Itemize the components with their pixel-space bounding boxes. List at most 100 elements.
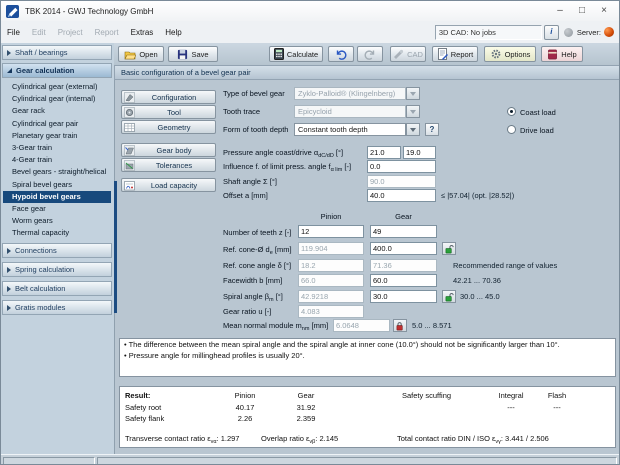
sidebar-splitter[interactable] <box>114 181 117 313</box>
info-button[interactable]: i <box>544 25 559 40</box>
influence-limit-pressure-label: Influence f. of limit press. angle fα li… <box>223 162 351 171</box>
tolerances-label: Tolerances <box>135 161 213 170</box>
pressure-angle-drive-input[interactable] <box>403 146 436 159</box>
number-of-teeth-label: Number of teeth z [-] <box>223 228 291 237</box>
transverse-label-text: Transverse contact ratio ε <box>125 434 211 443</box>
ref-cone-diameter-pinion-input <box>298 242 364 255</box>
ref-cone-diameter-label: Ref. cone-Ø de [mm] <box>223 245 292 254</box>
collapsed-arrow-icon <box>7 305 11 311</box>
help-book-icon <box>547 49 558 60</box>
load-capacity-button[interactable]: Load capacity <box>121 178 216 192</box>
calculate-label: Calculate <box>287 50 318 59</box>
teeth-pinion-input[interactable] <box>298 225 364 238</box>
offset-input[interactable] <box>367 189 436 202</box>
form-of-tooth-depth-select[interactable]: Constant tooth depth <box>294 123 406 136</box>
undo-button[interactable] <box>328 46 354 62</box>
minimize-button[interactable]: – <box>549 1 571 21</box>
help-button[interactable]: Help <box>541 46 583 62</box>
influence-unit: [-] <box>344 162 351 171</box>
save-label: Save <box>191 50 208 59</box>
tool-button[interactable]: Tool <box>121 105 216 119</box>
drive-load-radio[interactable] <box>507 125 516 134</box>
section-label: Shaft / bearings <box>15 48 68 57</box>
sidebar-item-gear-rack[interactable]: Gear rack <box>3 105 111 117</box>
tool-icon <box>124 107 135 118</box>
sidebar-item-cylindrical-gear-pair[interactable]: Cylindrical gear pair <box>3 118 111 130</box>
close-button[interactable]: × <box>593 1 615 21</box>
influence-subscript: α lim <box>331 167 343 173</box>
coast-load-radio[interactable] <box>507 107 516 116</box>
sidebar-item-spiral-bevel-gears[interactable]: Spiral bevel gears <box>3 179 111 191</box>
section-label: Spring calculation <box>15 265 74 274</box>
save-button[interactable]: Save <box>168 46 218 62</box>
geometry-button[interactable]: Geometry <box>121 120 216 134</box>
ref-cone-angle-label: Ref. cone angle δ [°] <box>223 261 291 270</box>
menu-extras[interactable]: Extras <box>125 28 160 37</box>
sidebar-section-shaft-bearings[interactable]: Shaft / bearings <box>2 45 112 60</box>
notes-box: • The difference between the mean spiral… <box>119 338 616 377</box>
options-button[interactable]: Options <box>484 46 536 62</box>
configuration-button[interactable]: Configuration <box>121 90 216 104</box>
sidebar-item-3-gear-train[interactable]: 3-Gear train <box>3 142 111 154</box>
sidebar-item-thermal-capacity[interactable]: Thermal capacity <box>3 227 111 239</box>
influence-limit-pressure-input[interactable] <box>367 160 436 173</box>
offset-hint: ≤ |57.04| (opt. |28.52|) <box>441 191 514 200</box>
note-line-2: • Pressure angle for millinghead profile… <box>120 350 615 361</box>
open-button[interactable]: Open <box>118 46 164 62</box>
tooth-depth-help-button[interactable]: ? <box>425 123 439 136</box>
report-label: Report <box>451 50 474 59</box>
load-capacity-icon <box>124 180 135 191</box>
overlap-ratio: Overlap ratio εvβ: 2.145 <box>261 434 338 443</box>
collapsed-arrow-icon <box>7 286 11 292</box>
safety-flank-pinion-value: 2.26 <box>215 414 275 423</box>
result-header: Result: <box>125 391 150 400</box>
status-bar <box>1 454 619 465</box>
sidebar-section-gratis-modules[interactable]: Gratis modules <box>2 300 112 315</box>
sidebar-item-cylindrical-gear-internal[interactable]: Cylindrical gear (internal) <box>3 93 111 105</box>
sidebar-item-planetary-gear-train[interactable]: Planetary gear train <box>3 130 111 142</box>
gear-body-button[interactable]: Gear body <box>121 143 216 157</box>
menu-bar: File Edit Project Report Extras Help 3D … <box>1 21 619 44</box>
module-lock-button[interactable] <box>393 319 407 332</box>
sidebar-item-cylindrical-gear-external[interactable]: Cylindrical gear (external) <box>3 81 111 93</box>
module-subscript: nm <box>302 326 310 332</box>
spiral-angle-lock-button[interactable] <box>442 290 456 303</box>
type-of-bevel-gear-select: Zyklo-Palloid® (Klingelnberg) <box>294 87 406 100</box>
ref-cone-diameter-lock-button[interactable] <box>442 242 456 255</box>
sidebar-section-belt-calculation[interactable]: Belt calculation <box>2 281 112 296</box>
calculate-button[interactable]: Calculate <box>269 46 323 62</box>
configuration-label: Configuration <box>135 93 213 102</box>
facewidth-gear-input[interactable] <box>370 274 437 287</box>
spiral-angle-gear-input[interactable] <box>370 290 437 303</box>
teeth-gear-input[interactable] <box>370 225 437 238</box>
sidebar-item-hypoid-bevel-gears[interactable]: Hypoid bevel gears <box>3 191 111 203</box>
transverse-value: : 1.297 <box>217 434 240 443</box>
maximize-button[interactable]: □ <box>571 1 593 21</box>
safety-scuffing-header: Safety scuffing <box>402 391 451 400</box>
sidebar-section-spring-calculation[interactable]: Spring calculation <box>2 262 112 277</box>
tolerances-button[interactable]: Tolerances <box>121 158 216 172</box>
sidebar-section-gear-calculation[interactable]: Gear calculation <box>2 63 112 78</box>
coast-load-label: Coast load <box>520 108 556 117</box>
ref-cone-diameter-gear-input[interactable] <box>370 242 437 255</box>
total-contact-ratio: Total contact ratio DIN / ISO εvγ: 3.441… <box>397 434 549 443</box>
sidebar-item-face-gear[interactable]: Face gear <box>3 203 111 215</box>
sidebar-item-bevel-gears-straight-helical[interactable]: Bevel gears - straight/helical <box>3 166 111 178</box>
sidebar-item-worm-gears[interactable]: Worm gears <box>3 215 111 227</box>
pressure-angle-coast-input[interactable] <box>367 146 401 159</box>
cad-button: CAD <box>390 46 426 62</box>
cad-icon <box>393 49 404 59</box>
total-subscript: vγ <box>495 439 501 445</box>
result-gear-header: Gear <box>278 391 334 400</box>
sidebar-item-4-gear-train[interactable]: 4-Gear train <box>3 154 111 166</box>
report-button[interactable]: Report <box>432 46 478 62</box>
options-gear-icon <box>490 48 502 60</box>
sidebar-section-connections[interactable]: Connections <box>2 243 112 258</box>
menu-help[interactable]: Help <box>159 28 187 37</box>
tool-label: Tool <box>135 108 213 117</box>
redo-icon <box>364 49 376 60</box>
safety-root-pinion-value: 40.17 <box>215 403 275 412</box>
collapsed-arrow-icon <box>7 50 11 56</box>
menu-file[interactable]: File <box>1 28 26 37</box>
depth-select-arrow-icon[interactable] <box>406 123 420 136</box>
